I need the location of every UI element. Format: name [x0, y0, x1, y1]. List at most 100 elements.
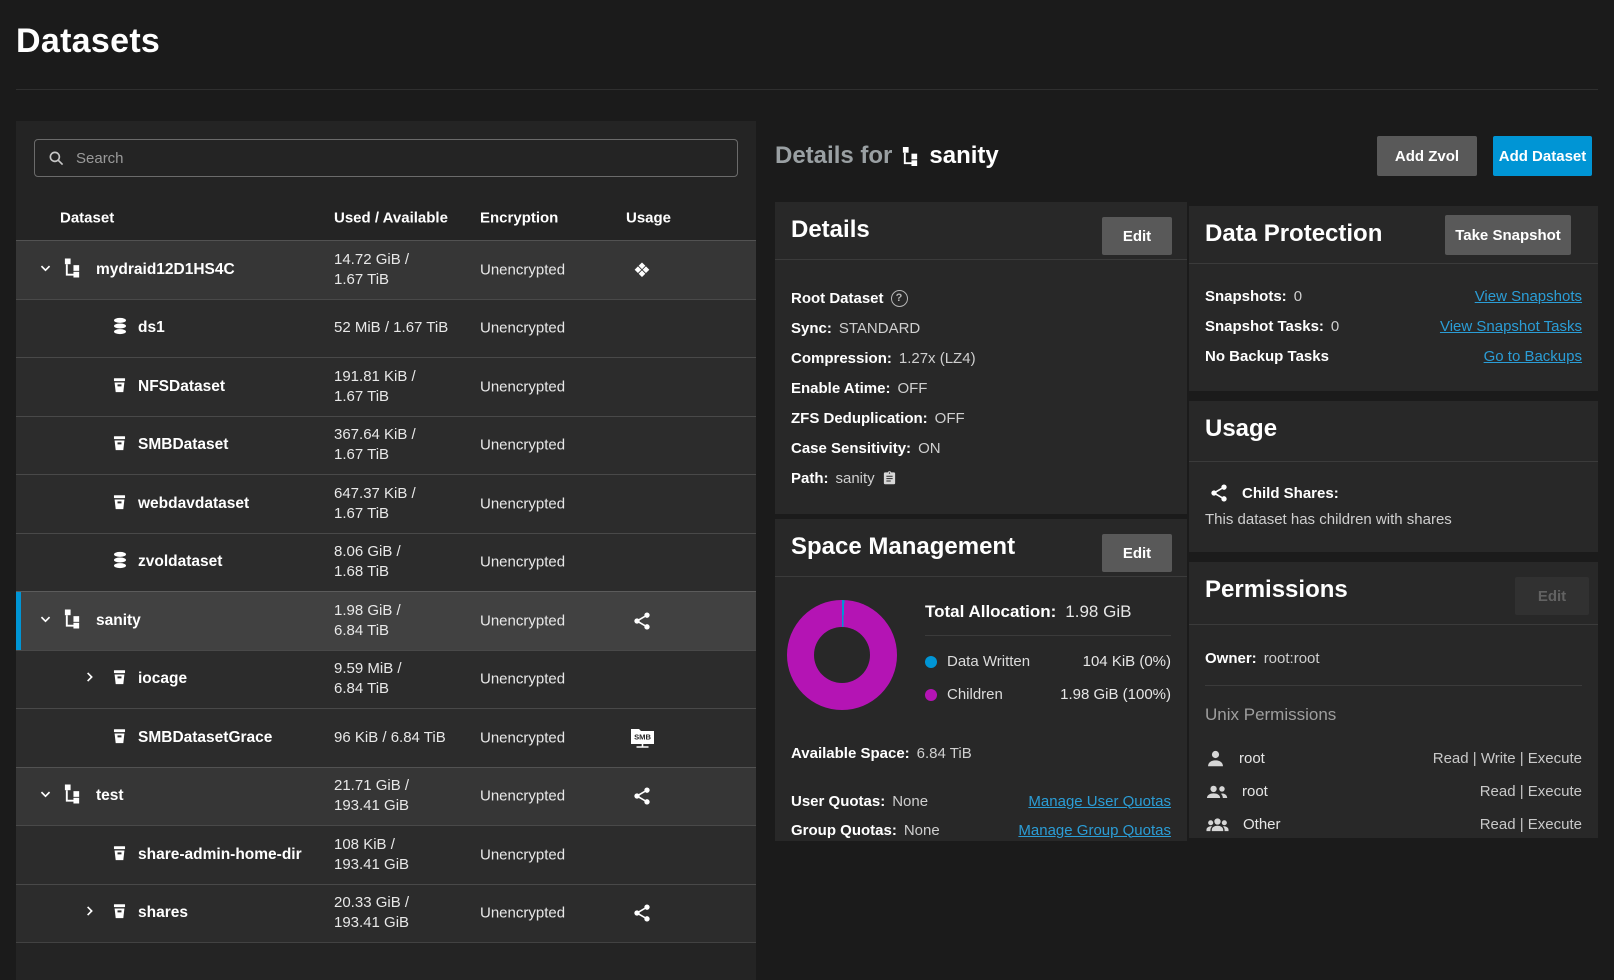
manage-group-quotas-link[interactable]: Manage Group Quotas [1018, 822, 1171, 839]
help-circle-icon[interactable]: ? [891, 290, 908, 307]
dataset-name: test [96, 787, 124, 805]
chevron-right-icon[interactable] [82, 670, 97, 689]
permissions-card-title: Permissions [1205, 576, 1348, 604]
table-row[interactable]: share-admin-home-dir108 KiB /193.41 GiBU… [16, 825, 756, 884]
encryption-value: Unencrypted [480, 846, 565, 863]
go-to-backups-link[interactable]: Go to Backups [1484, 348, 1582, 365]
permission-row: root Read | Write | Execute [1205, 742, 1582, 775]
space-edit-button[interactable]: Edit [1102, 534, 1172, 572]
details-row-label: Compression: [791, 350, 892, 367]
details-row: Sync:STANDARD [791, 313, 1171, 343]
used-available-value: 21.71 GiB /193.41 GiB [334, 776, 409, 816]
page-title: Datasets [16, 22, 160, 61]
user-quotas-label: User Quotas: [791, 793, 885, 810]
used-available-value: 1.98 GiB /6.84 TiB [334, 601, 401, 641]
divider [1189, 461, 1598, 462]
dataset-name: SMBDataset [138, 436, 228, 454]
dataset-icon [110, 668, 129, 691]
details-row: Compression: 1.27x (LZ4) [791, 343, 1171, 373]
add-dataset-button[interactable]: Add Dataset [1493, 136, 1592, 176]
details-row-value: OFF [897, 380, 927, 397]
dataset-root-icon [63, 258, 82, 281]
column-header-usage: Usage [626, 209, 671, 226]
search-box[interactable] [34, 139, 738, 177]
dataset-name: zvoldataset [138, 553, 222, 571]
table-row[interactable]: ds152 MiB / 1.67 TiBUnencrypted [16, 299, 756, 358]
encryption-value: Unencrypted [480, 437, 565, 454]
space-card-title: Space Management [791, 533, 1015, 561]
table-row[interactable]: shares20.33 GiB /193.41 GiBUnencrypted [16, 884, 756, 943]
copy-icon[interactable] [882, 470, 897, 486]
table-row[interactable]: zvoldataset8.06 GiB /1.68 TiBUnencrypted [16, 533, 756, 592]
add-zvol-button[interactable]: Add Zvol [1377, 136, 1477, 176]
dataset-rows: mydraid12D1HS4C14.72 GiB /1.67 TiBUnencr… [16, 240, 756, 943]
divider [1189, 624, 1598, 625]
details-row-label: ZFS Deduplication: [791, 410, 928, 427]
dataset-icon [110, 843, 129, 866]
take-snapshot-button[interactable]: Take Snapshot [1445, 215, 1571, 255]
table-row[interactable]: SMBDatasetGrace96 KiB / 6.84 TiBUnencryp… [16, 708, 756, 767]
used-available-value: 191.81 KiB /1.67 TiB [334, 367, 416, 407]
chevron-right-icon[interactable] [82, 904, 97, 923]
permission-entity: root [1239, 750, 1265, 767]
chevron-down-icon[interactable] [38, 787, 53, 806]
view-snapshots-link[interactable]: View Snapshots [1475, 288, 1582, 305]
used-available-value: 9.59 MiB /6.84 TiB [334, 659, 402, 699]
details-row-value: STANDARD [839, 320, 920, 337]
data-protection-label: Snapshots: [1205, 288, 1287, 305]
encryption-value: Unencrypted [480, 378, 565, 395]
groups-icon [1205, 814, 1230, 835]
used-available-value: 108 KiB /193.41 GiB [334, 835, 409, 875]
permission-flags: Read | Execute [1480, 816, 1582, 833]
legend-row: Data Written104 KiB (0%) [925, 645, 1171, 678]
person-icon [1205, 748, 1226, 769]
data-protection-value: 0 [1294, 288, 1302, 305]
view-snapshot-tasks-link[interactable]: View Snapshot Tasks [1440, 318, 1582, 335]
search-input[interactable] [74, 149, 725, 168]
table-row[interactable]: sanity1.98 GiB /6.84 TiBUnencrypted [16, 591, 756, 650]
table-row[interactable]: webdavdataset647.37 KiB /1.67 TiBUnencry… [16, 474, 756, 533]
child-shares-row: Child Shares: [1209, 480, 1339, 506]
dataset-icon [110, 492, 129, 515]
details-row-label: Root Dataset [791, 290, 884, 307]
selected-dataset-name: sanity [929, 142, 998, 170]
table-row[interactable]: mydraid12D1HS4C14.72 GiB /1.67 TiBUnencr… [16, 240, 756, 299]
details-row: ZFS Deduplication:OFF [791, 403, 1171, 433]
details-row: Path:sanity [791, 463, 1171, 493]
table-row[interactable]: SMBDataset367.64 KiB /1.67 TiBUnencrypte… [16, 416, 756, 475]
chevron-down-icon[interactable] [38, 260, 53, 279]
encryption-value: Unencrypted [480, 788, 565, 805]
permission-row: rootRead | Execute [1205, 775, 1582, 808]
legend-value: 104 KiB (0%) [1083, 653, 1171, 670]
divider [1189, 263, 1598, 264]
legend-value: 1.98 GiB (100%) [1060, 686, 1171, 703]
table-header-row: Dataset Used / Available Encryption Usag… [16, 195, 756, 240]
table-row[interactable]: NFSDataset191.81 KiB /1.67 TiBUnencrypte… [16, 357, 756, 416]
share-icon [1209, 483, 1229, 503]
used-available-value: 20.33 GiB /193.41 GiB [334, 893, 409, 933]
details-row-value: 1.27x (LZ4) [899, 350, 976, 367]
details-edit-button[interactable]: Edit [1102, 217, 1172, 255]
column-header-encryption: Encryption [480, 209, 558, 226]
owner-value: root:root [1264, 650, 1320, 667]
table-row[interactable]: test 21.71 GiB /193.41 GiB Unencrypted [16, 767, 756, 826]
used-available-value: 647.37 KiB /1.67 TiB [334, 484, 416, 524]
dataset-root-icon [901, 147, 920, 166]
allocation-legend: Data Written104 KiB (0%) Children 1.98 GiB… [925, 645, 1171, 711]
dataset-icon [110, 375, 129, 398]
details-row: Root Dataset? [791, 283, 1171, 313]
encryption-value: Unencrypted [480, 671, 565, 688]
data-protection-value: 0 [1331, 318, 1339, 335]
chevron-down-icon[interactable] [38, 611, 53, 630]
child-shares-description: This dataset has children with shares [1205, 511, 1452, 528]
encryption-value: Unencrypted [480, 554, 565, 571]
space-management-card: Space Management Edit Total Allocation: … [775, 519, 1187, 841]
permission-flags: Read | Write | Execute [1433, 750, 1582, 767]
permissions-card: Permissions Edit Owner: root:root Unix P… [1189, 562, 1598, 838]
dataset-name: sanity [96, 612, 141, 630]
table-row[interactable]: iocage9.59 MiB /6.84 TiBUnencrypted [16, 650, 756, 709]
dataset-name: ds1 [138, 319, 165, 337]
dataset-name: shares [138, 904, 188, 922]
legend-label: Children [947, 686, 1003, 703]
manage-user-quotas-link[interactable]: Manage User Quotas [1028, 793, 1171, 810]
